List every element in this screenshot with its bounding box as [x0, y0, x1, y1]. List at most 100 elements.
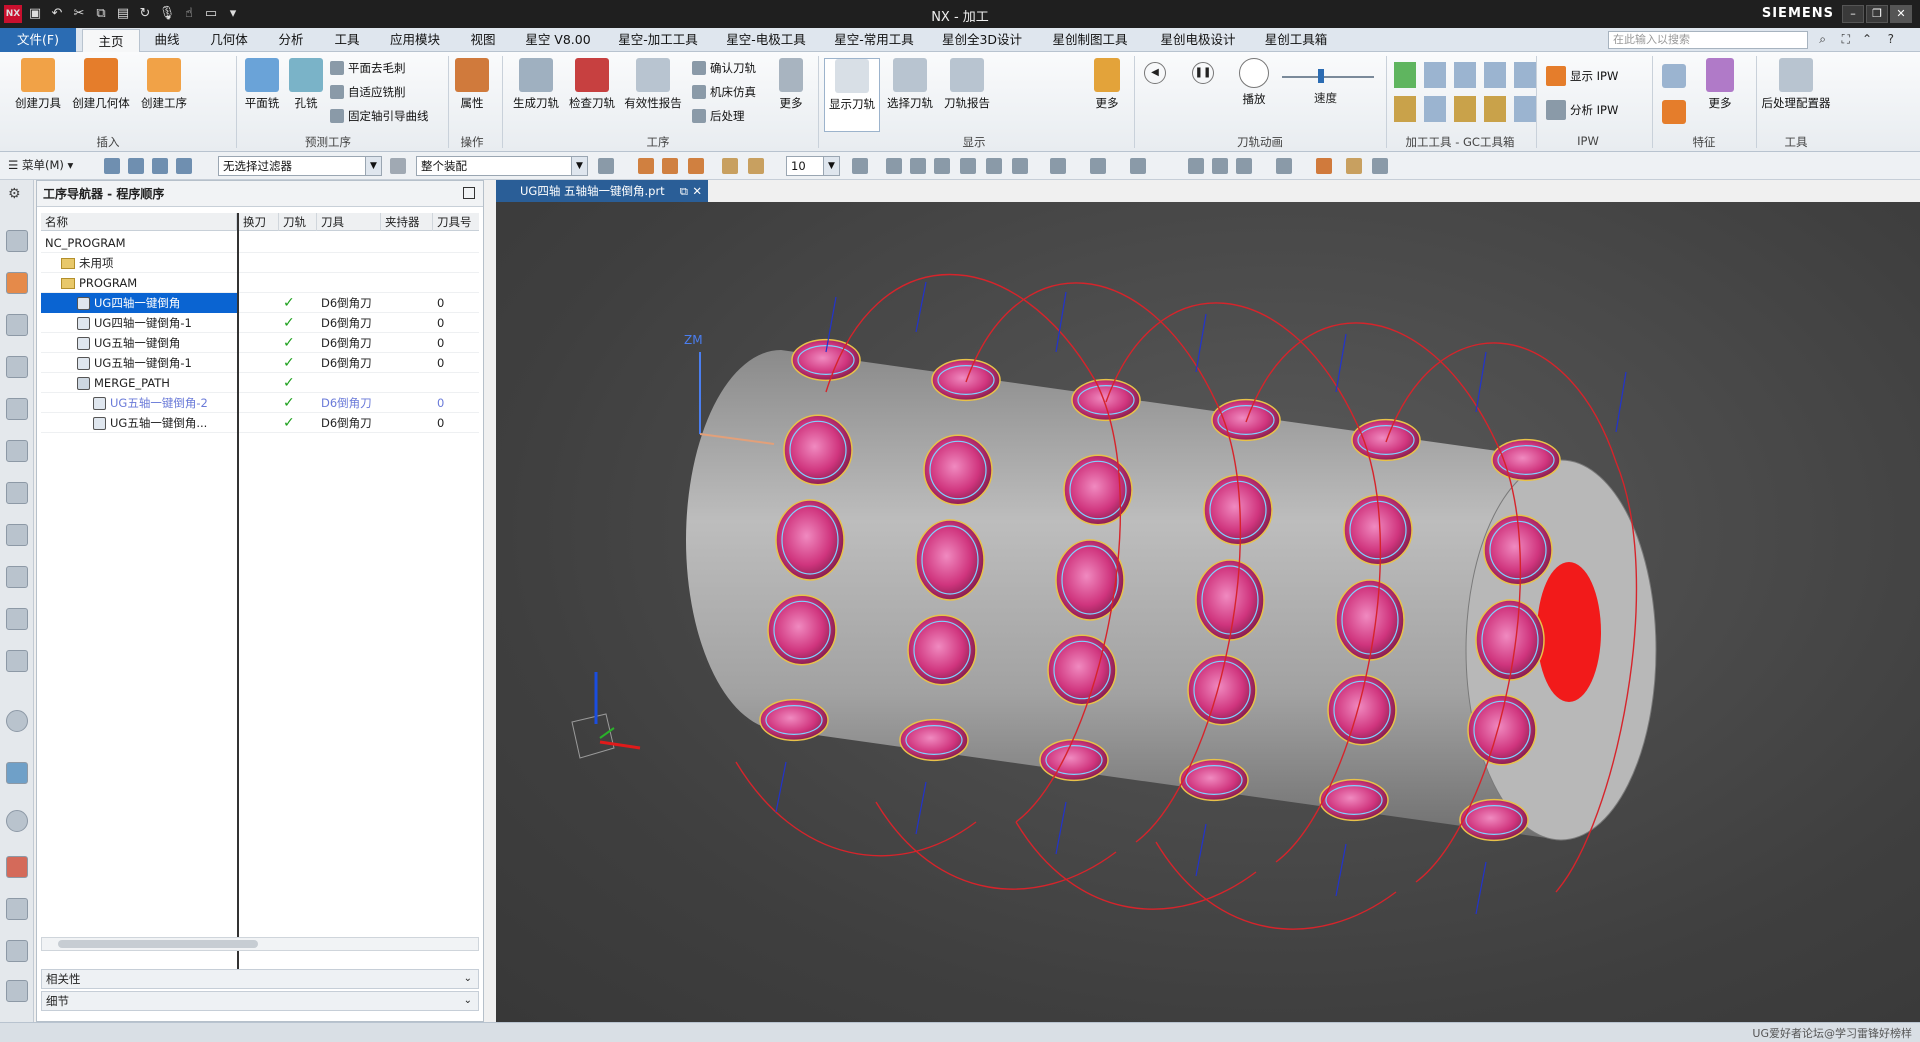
cell-name[interactable]: UG五轴一键倒角-2	[41, 393, 237, 413]
chamfer-pocket[interactable]	[1467, 694, 1537, 766]
view-icon[interactable]	[1212, 158, 1228, 174]
cell-name[interactable]: NC_PROGRAM	[41, 233, 237, 253]
chamfer-pocket[interactable]	[775, 499, 845, 581]
tab-tools[interactable]: 工具	[326, 28, 368, 52]
document-tab[interactable]: UG四轴 五轴轴一键倒角.prt ⧉ ✕	[496, 180, 708, 202]
chamfer-pocket[interactable]	[1335, 579, 1405, 661]
tab-xingkong-common[interactable]: 星空-常用工具	[828, 28, 920, 52]
analysis-icon[interactable]	[1236, 158, 1252, 174]
tab-view[interactable]: 视图	[460, 28, 506, 52]
table-row[interactable]: UG四轴一键倒角 ✓ D6倒角刀 0	[41, 293, 479, 313]
tab-xingkong-machining[interactable]: 星空-加工工具	[612, 28, 704, 52]
hole-mill-button[interactable]: 孔铣	[286, 58, 326, 111]
gc-report-icon[interactable]	[1484, 62, 1506, 88]
column-toolpath[interactable]: 刀轨	[279, 213, 317, 231]
selection-option-icon[interactable]	[598, 158, 614, 174]
section-icon[interactable]	[1050, 158, 1066, 174]
create-operation-button[interactable]: 创建工序	[136, 58, 192, 111]
assembly-navigator-icon[interactable]	[6, 230, 28, 252]
restore-button[interactable]: ❐	[1866, 5, 1888, 23]
generate-toolpath-button[interactable]: 生成刀轨	[508, 58, 564, 111]
table-row[interactable]: UG五轴一键倒角 ✓ D6倒角刀 0	[41, 333, 479, 353]
display-more-button[interactable]: 更多	[1090, 58, 1124, 111]
chamfer-pocket[interactable]	[907, 614, 977, 686]
play-button[interactable]: 播放	[1234, 58, 1274, 107]
snap-center-icon[interactable]	[722, 158, 738, 174]
gc-print-icon[interactable]	[1424, 96, 1446, 122]
tab-xingkong-electrode[interactable]: 星空-电极工具	[720, 28, 812, 52]
gc-setup-icon[interactable]	[1484, 96, 1506, 122]
snap-mid-icon[interactable]	[688, 158, 704, 174]
hide-show-icon[interactable]	[1130, 158, 1146, 174]
snap-icon[interactable]	[104, 158, 120, 174]
cell-name[interactable]: UG五轴一键倒角-1	[41, 353, 237, 373]
tab-xingchuang-toolbox[interactable]: 星创工具箱	[1256, 28, 1336, 52]
speed-slider-handle[interactable]	[1318, 69, 1324, 83]
command-search-input[interactable]: 在此输入以搜索	[1608, 31, 1808, 49]
validity-report-button[interactable]: 有效性报告	[622, 58, 684, 111]
brush-icon[interactable]	[1346, 158, 1362, 174]
filter-icon[interactable]	[390, 158, 406, 174]
table-row[interactable]: PROGRAM	[41, 273, 479, 293]
reuse-library-icon[interactable]	[6, 356, 28, 378]
tab-home[interactable]: 主页	[82, 29, 140, 53]
web-browser-icon[interactable]	[6, 762, 28, 784]
chamfer-pocket[interactable]	[1047, 634, 1117, 706]
roles-icon[interactable]	[6, 608, 28, 630]
machine-simulation-button[interactable]: 机床仿真	[692, 84, 756, 100]
gc-book-icon[interactable]	[1454, 96, 1476, 122]
table-row[interactable]: NC_PROGRAM	[41, 233, 479, 253]
cell-name[interactable]: UG四轴一键倒角	[41, 293, 237, 313]
maximize-panel-icon[interactable]	[463, 187, 475, 199]
gear-icon[interactable]: ⚙	[8, 186, 21, 202]
verify-toolpath-button[interactable]: 检查刀轨	[564, 58, 620, 111]
display-toolpath-button[interactable]: 显示刀轨	[824, 58, 880, 132]
select-toolpath-button[interactable]: 选择刀轨	[882, 58, 938, 111]
menu-button[interactable]: ☰ 菜单(M) ▾	[8, 157, 73, 173]
step-back-icon[interactable]: ◀	[1144, 62, 1166, 84]
post-configurator-button[interactable]: 后处理配置器	[1756, 58, 1836, 111]
fit-icon[interactable]	[886, 158, 902, 174]
create-geometry-button[interactable]: 创建几何体	[68, 58, 134, 111]
cell-name[interactable]: PROGRAM	[41, 273, 237, 293]
chamfer-pocket[interactable]	[1063, 454, 1133, 526]
column-tool-number[interactable]: 刀具号	[433, 213, 479, 231]
toolbox-icon[interactable]	[6, 898, 28, 920]
gc-list-icon[interactable]	[1394, 96, 1416, 122]
view-orient-icon[interactable]	[852, 158, 868, 174]
horizontal-scrollbar[interactable]	[41, 937, 479, 951]
filter-mode-icon[interactable]	[176, 158, 192, 174]
part-navigator-icon[interactable]	[6, 314, 28, 336]
settings-tools-icon[interactable]	[6, 980, 28, 1002]
wrench-icon[interactable]	[6, 940, 28, 962]
decimal-count-select[interactable]: 10 ▼	[786, 156, 840, 176]
help-icon[interactable]: ?	[1888, 32, 1894, 46]
gc-sort-icon[interactable]	[1514, 62, 1536, 88]
toolpath-report-button[interactable]: 刀轨报告	[940, 58, 994, 111]
speed-slider[interactable]	[1282, 76, 1374, 78]
chamfer-pocket[interactable]	[923, 434, 993, 506]
rotate-icon[interactable]	[934, 158, 950, 174]
confirm-toolpath-button[interactable]: 确认刀轨	[692, 60, 756, 76]
column-splitter[interactable]	[237, 213, 239, 973]
planar-mill-button[interactable]: 平面铣	[240, 58, 284, 111]
feature-add-icon[interactable]	[1662, 100, 1686, 124]
gc-tool-icon[interactable]	[1424, 62, 1446, 88]
chamfer-pocket[interactable]	[767, 594, 837, 666]
close-icon[interactable]: ✕	[692, 180, 702, 202]
tool-library-icon[interactable]	[6, 440, 28, 462]
fullscreen-icon[interactable]: ⛶	[1842, 32, 1850, 47]
feature-icon[interactable]	[1662, 64, 1686, 88]
column-holder[interactable]: 夹持器	[381, 213, 433, 231]
measure-icon[interactable]	[1372, 158, 1388, 174]
machine-navigator-icon[interactable]	[6, 398, 28, 420]
dependencies-panel[interactable]: 相关性 ⌄	[41, 969, 479, 989]
popout-icon[interactable]: ⧉	[680, 180, 688, 202]
chamfer-pocket[interactable]	[1195, 559, 1265, 641]
highlight-icon[interactable]	[1316, 158, 1332, 174]
cell-name[interactable]: UG五轴一键倒角	[41, 333, 237, 353]
close-button[interactable]: ✕	[1890, 5, 1912, 23]
table-row[interactable]: UG五轴一键倒角-1 ✓ D6倒角刀 0	[41, 353, 479, 373]
part-model[interactable]: ZM	[496, 202, 1920, 1022]
render-style-icon[interactable]	[986, 158, 1002, 174]
